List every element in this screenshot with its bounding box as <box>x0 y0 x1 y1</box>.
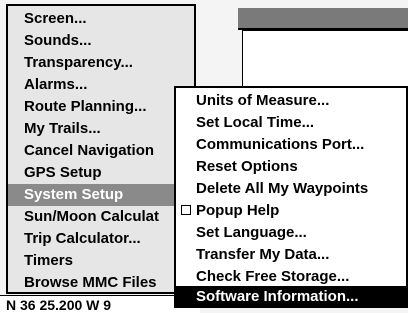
menu-item-cancel-navigation[interactable]: Cancel Navigation <box>8 140 194 162</box>
menu-item-gps-setup[interactable]: GPS Setup <box>8 162 194 184</box>
menu-item-route-planning[interactable]: Route Planning... <box>8 96 194 118</box>
submenu-item-transfer-my-data[interactable]: Transfer My Data... <box>176 244 406 266</box>
menu-item-my-trails[interactable]: My Trails... <box>8 118 194 140</box>
menu-item-trip-calculator[interactable]: Trip Calculator... <box>8 228 194 250</box>
map-panel <box>242 30 408 94</box>
map-title-bar <box>238 8 408 30</box>
menu-item-sun-moon-calculator[interactable]: Sun/Moon Calculat <box>8 206 194 228</box>
main-menu: Screen... Sounds... Transparency... Alar… <box>6 4 196 294</box>
menu-item-system-setup[interactable]: System Setup <box>8 184 194 206</box>
device-screen: N 36 25.200 W 9 Screen... Sounds... Tran… <box>0 0 408 313</box>
submenu-item-popup-help[interactable]: Popup Help <box>176 200 406 222</box>
submenu-item-check-free-storage[interactable]: Check Free Storage... <box>176 266 406 288</box>
menu-item-alarms[interactable]: Alarms... <box>8 74 194 96</box>
menu-item-timers[interactable]: Timers <box>8 250 194 272</box>
popup-help-checkbox[interactable] <box>181 205 191 215</box>
menu-item-browse-mmc-files[interactable]: Browse MMC Files <box>8 272 194 294</box>
menu-item-transparency[interactable]: Transparency... <box>8 52 194 74</box>
submenu-item-software-information[interactable]: Software Information... <box>176 286 406 308</box>
submenu-item-delete-all-waypoints[interactable]: Delete All My Waypoints <box>176 178 406 200</box>
submenu-item-units-of-measure[interactable]: Units of Measure... <box>176 90 406 112</box>
menu-item-sounds[interactable]: Sounds... <box>8 30 194 52</box>
popup-help-label: Popup Help <box>196 202 280 219</box>
submenu-item-set-local-time[interactable]: Set Local Time... <box>176 112 406 134</box>
menu-item-screen[interactable]: Screen... <box>8 8 194 30</box>
system-setup-submenu: Units of Measure... Set Local Time... Co… <box>174 86 408 308</box>
submenu-item-set-language[interactable]: Set Language... <box>176 222 406 244</box>
submenu-item-reset-options[interactable]: Reset Options <box>176 156 406 178</box>
submenu-item-communications-port[interactable]: Communications Port... <box>176 134 406 156</box>
position-status: N 36 25.200 W 9 <box>0 295 200 313</box>
